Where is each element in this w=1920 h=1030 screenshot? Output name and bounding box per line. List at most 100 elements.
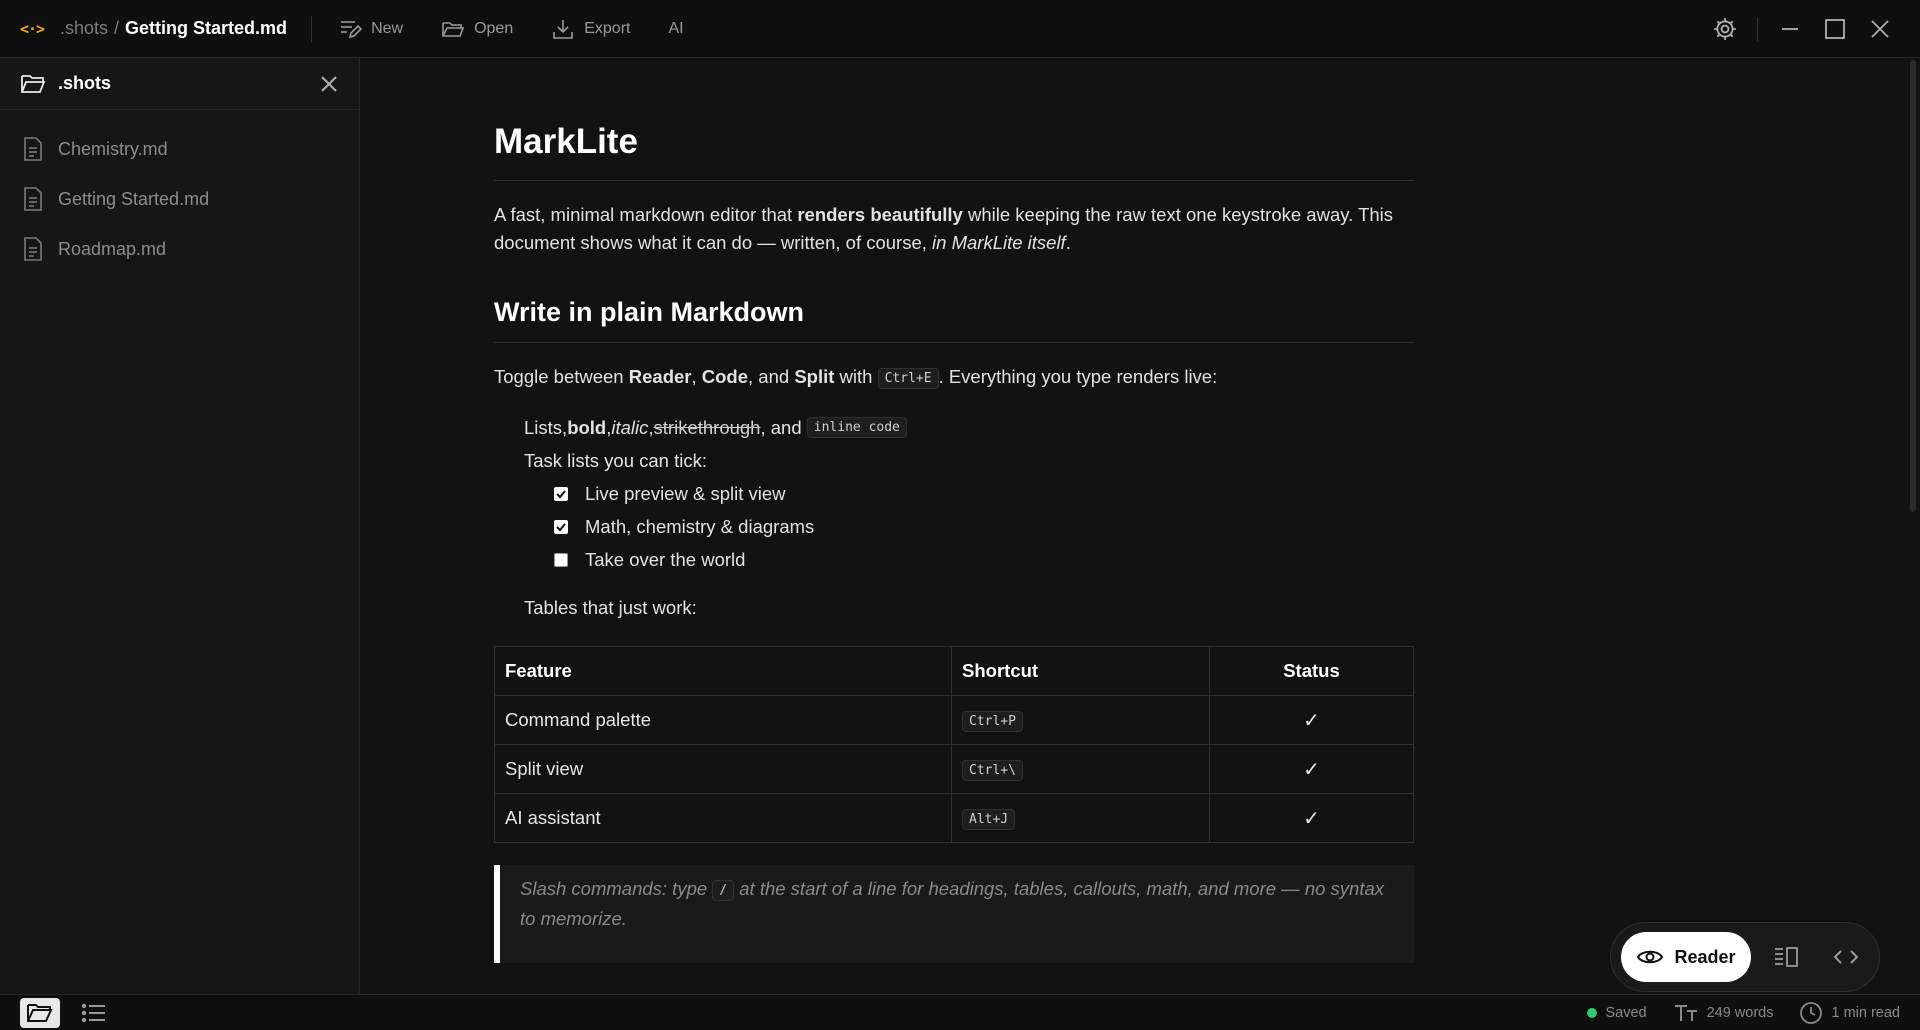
table-cell-status: ✓	[1209, 793, 1414, 843]
word-count-label: 249 words	[1706, 1005, 1774, 1021]
status-bar-tools	[0, 997, 114, 1028]
status-bar: Saved 249 words 1 min read	[0, 994, 1920, 1030]
task-label: Take over the world	[585, 548, 746, 570]
intro-text: .	[1065, 232, 1071, 253]
window-controls-divider	[1757, 17, 1758, 41]
blockquote-callout: Slash commands: type / at the start of a…	[494, 865, 1414, 963]
table-cell-status: ✓	[1209, 695, 1414, 745]
toggle-text: with	[834, 366, 878, 387]
app-window: <·> .shots / Getting Started.md New Open…	[0, 0, 1920, 1030]
read-time: 1 min read	[1799, 1001, 1900, 1025]
table-cell-shortcut: Ctrl+\	[951, 744, 1210, 794]
task-checkbox-unchecked[interactable]	[554, 552, 568, 567]
text-size-icon	[1674, 1005, 1697, 1021]
export-button[interactable]: Export	[551, 17, 630, 41]
reader-mode-button[interactable]: Reader	[1621, 932, 1751, 982]
table-cell-shortcut: Ctrl+P	[951, 695, 1210, 745]
window-controls	[1711, 0, 1920, 58]
close-sidebar-icon[interactable]	[319, 74, 339, 94]
slash-code: /	[712, 880, 735, 901]
split-view-icon[interactable]	[1761, 932, 1811, 982]
file-item-chemistry[interactable]: Chemistry.md	[0, 124, 359, 174]
table-row: Command palette Ctrl+P ✓	[494, 695, 1414, 745]
minimize-icon[interactable]	[1776, 15, 1804, 43]
save-status: Saved	[1587, 1005, 1647, 1021]
intro-bold: renders beautifully	[797, 204, 963, 225]
list-item: Task lists you can tick:	[524, 449, 708, 471]
files-panel-icon[interactable]	[20, 997, 60, 1028]
toolbar-divider	[311, 15, 313, 42]
open-button[interactable]: Open	[441, 17, 513, 41]
table-row: Split view Ctrl+\ ✓	[494, 744, 1414, 794]
toggle-bold: Reader	[628, 366, 692, 387]
table-header-shortcut: Shortcut	[951, 646, 1210, 696]
settings-gear-icon[interactable]	[1711, 15, 1739, 43]
list-strikethrough: strikethrough	[653, 416, 761, 438]
open-button-label: Open	[474, 19, 514, 37]
intro-text: A fast, minimal markdown editor that	[494, 204, 798, 225]
table-cell-feature: Split view	[494, 744, 952, 794]
features-table: Feature Shortcut Status Command palette …	[494, 646, 1414, 843]
status-bar-info: Saved 249 words 1 min read	[1587, 995, 1900, 1030]
title-bar: <·> .shots / Getting Started.md New Open…	[0, 0, 1920, 58]
toggle-text: , and	[748, 366, 795, 387]
intro-paragraph: A fast, minimal markdown editor that ren…	[494, 201, 1414, 257]
vertical-scrollbar[interactable]	[1910, 60, 1916, 512]
file-list: Chemistry.md Getting Started.md Roadmap.…	[0, 110, 359, 274]
maximize-icon[interactable]	[1821, 15, 1849, 43]
inline-code: inline code	[806, 417, 907, 438]
shortcut-code: Ctrl+\	[962, 760, 1023, 781]
list-italic: italic	[611, 416, 649, 438]
toggle-bold: Code	[701, 366, 749, 387]
saved-label: Saved	[1605, 1005, 1647, 1021]
new-button[interactable]: New	[338, 17, 403, 41]
list-bold: bold	[567, 416, 607, 438]
table-cell-feature: AI assistant	[494, 793, 952, 843]
folder-open-icon	[21, 74, 46, 93]
view-mode-switcher: Reader	[1610, 922, 1880, 992]
word-count: 249 words	[1673, 1003, 1774, 1023]
toggle-bold: Split	[794, 366, 835, 387]
task-item[interactable]: Math, chemistry & diagrams	[524, 510, 1414, 543]
file-item-label: Roadmap.md	[58, 238, 167, 259]
export-button-label: Export	[584, 19, 631, 37]
file-item-getting-started[interactable]: Getting Started.md	[0, 174, 359, 224]
folder-open-icon	[442, 21, 465, 37]
toggle-paragraph: Toggle between Reader, Code, and Split w…	[494, 363, 1414, 393]
new-button-label: New	[371, 19, 404, 37]
breadcrumb-separator: /	[114, 18, 120, 38]
shortcut-code: Alt+J	[962, 809, 1016, 830]
file-item-roadmap[interactable]: Roadmap.md	[0, 224, 359, 274]
ai-button[interactable]: AI	[668, 20, 683, 38]
toggle-text: . Everything you type renders live:	[938, 366, 1218, 387]
task-checkbox-checked[interactable]	[554, 519, 568, 534]
task-item[interactable]: Live preview & split view	[524, 477, 1414, 510]
code-view-icon[interactable]	[1821, 932, 1871, 982]
file-document-icon	[24, 187, 42, 211]
saved-dot-icon	[1587, 1008, 1598, 1018]
file-item-label: Chemistry.md	[58, 138, 168, 159]
breadcrumb: .shots / Getting Started.md	[60, 18, 287, 39]
task-item[interactable]: Take over the world	[524, 543, 1414, 576]
list-text: , and	[760, 416, 802, 438]
table-header-row: Feature Shortcut Status	[494, 646, 1414, 696]
close-window-icon[interactable]	[1866, 15, 1894, 43]
outline-list-icon[interactable]	[74, 998, 114, 1028]
file-document-icon	[24, 137, 42, 161]
callout-text: Slash commands: type	[520, 878, 713, 899]
table-row: AI assistant Alt+J ✓	[494, 793, 1414, 843]
file-sidebar: .shots Chemistry.md Getting Started.md R…	[0, 58, 360, 994]
list-text: Lists,	[524, 416, 568, 438]
table-header-feature: Feature	[494, 646, 952, 696]
breadcrumb-folder[interactable]: .shots	[60, 18, 108, 39]
table-cell-status: ✓	[1209, 744, 1414, 794]
file-item-label: Getting Started.md	[58, 188, 210, 209]
toggle-text: Toggle between	[494, 366, 629, 387]
download-icon	[553, 19, 574, 39]
editor-main: MarkLite A fast, minimal markdown editor…	[361, 58, 1920, 994]
table-cell-feature: Command palette	[494, 695, 952, 745]
toggle-text: ,	[691, 366, 702, 387]
list-item: Lists, bold, italic, strikethrough, and …	[524, 411, 1414, 444]
shortcut-code: Ctrl+E	[877, 368, 939, 389]
task-checkbox-checked[interactable]	[554, 486, 568, 501]
